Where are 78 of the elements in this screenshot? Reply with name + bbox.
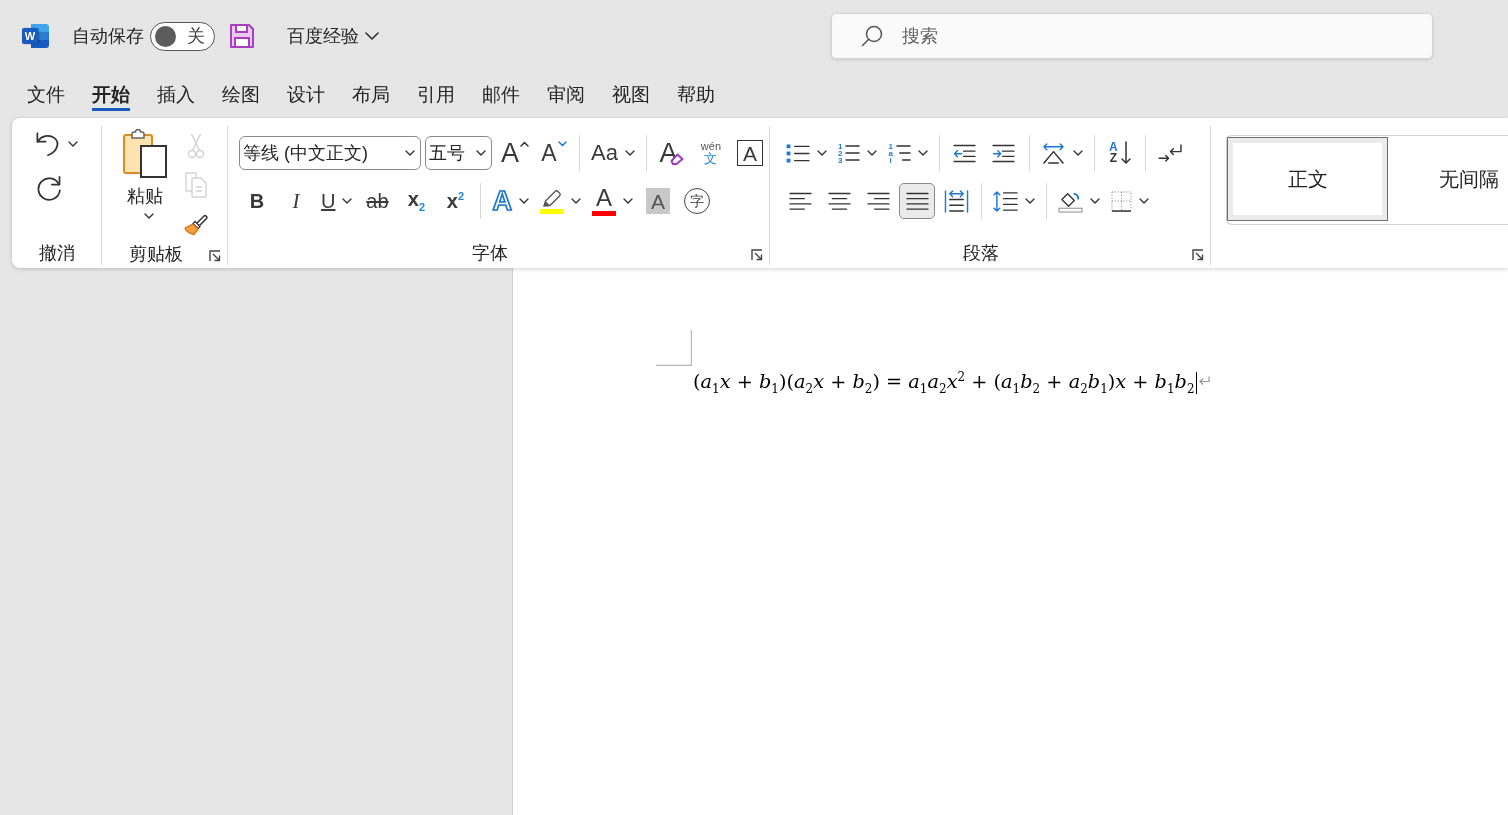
highlighter-icon [540,188,563,208]
app-logo: W [22,24,49,48]
redo-arrow-icon [35,174,63,202]
underline-button[interactable]: U [317,183,357,219]
chevron-down-icon [405,150,415,156]
equation: (a$_{1}$x + b$_{1}$)(a$_{2}$x + b$_{2}$) = a$_{1}$a$_{2}$x$^{2}$ + (a$_{1}$b$_{2}$ + a$_{2}$b$_{1}$)x + b$_{1}$b$_{2}$ [693,369,1195,397]
search-field[interactable]: 搜索 [831,13,1433,59]
group-label: 撤消 [37,242,76,265]
align-left-icon [788,191,812,211]
font-name-field[interactable]: 等线 (中文正文) [239,136,421,170]
list-lines-icon [845,144,861,162]
scissors-icon [187,133,205,159]
toggle-knob [155,25,176,47]
group-label: 剪贴板 [127,243,184,266]
distribute-icon [943,189,969,213]
paintbrush-icon [184,212,208,236]
indent-arrow-icon [992,143,1016,163]
numbering-button[interactable]: 1 2 3 [834,135,882,171]
ribbon-tab[interactable]: 开始 [92,83,130,111]
document-name-button[interactable]: 百度经验 [285,20,381,52]
font-color-button[interactable]: A [587,183,637,219]
caret-up-icon [520,141,529,147]
subscript-button[interactable]: x$_{2}$ [398,183,435,219]
merging-arrows-icon [1158,143,1184,163]
autosave-toggle[interactable]: 关 [150,21,215,51]
margin-corner-mark [656,330,692,366]
group-label: 段落 [962,242,1000,265]
ribbon-tab[interactable]: 帮助 [677,83,715,111]
superscript-button[interactable]: x$^{2}$ [437,183,474,219]
ribbon-tab[interactable]: 文件 [27,83,65,111]
style-tile[interactable]: 正文 [1227,137,1388,221]
grow-font-button[interactable]: A [497,135,533,171]
character-shading-button[interactable]: A [645,188,670,214]
align-right-icon [866,191,890,211]
dialog-launcher-icon[interactable] [1192,249,1204,261]
clipboard-icon [122,129,168,179]
group-label: 字体 [470,242,509,265]
justify-button[interactable] [899,183,935,219]
save-icon[interactable] [229,23,255,49]
list-lines-icon [895,144,911,162]
shrink-font-button[interactable]: A [536,135,572,171]
caret-down-icon [557,141,567,147]
phonetic-guide-button[interactable]: wén 文 [692,135,729,171]
paste-button[interactable]: 粘贴 [116,128,174,242]
down-arrow-icon [1120,141,1131,165]
dialog-launcher-icon[interactable] [209,250,221,262]
search-icon [861,25,883,47]
bulleted-list-icon [786,143,810,163]
bold-button[interactable]: B [239,183,275,219]
line-spacing-icon [993,189,1018,213]
italic-button[interactable]: I [278,183,314,219]
strikethrough-button[interactable]: ab [359,183,396,219]
ribbon-tab[interactable]: 插入 [157,83,195,111]
asian-layout-icon [1040,142,1066,164]
dialog-launcher-icon[interactable] [751,249,763,261]
character-border-button[interactable]: A [736,140,763,166]
ribbon-tab[interactable]: 引用 [417,83,455,111]
ribbon-tab[interactable]: 审阅 [547,83,585,111]
ribbon-tab[interactable]: 绘图 [222,83,260,111]
align-center-icon [827,191,851,211]
ribbon-tab[interactable]: 视图 [612,83,650,111]
borders-grid-icon [1111,190,1132,212]
chevron-down-icon [365,32,379,40]
multilevel-list-button[interactable]: 1 a i [884,135,932,171]
ribbon-tab[interactable]: 设计 [287,83,325,111]
sort-button[interactable]: A Z [1101,135,1138,171]
justify-icon [905,191,929,211]
autosave-label: 自动保存 [72,25,144,48]
text-effects-button[interactable]: A [488,183,533,219]
chevron-down-icon [476,150,486,156]
ribbon-tab[interactable]: 布局 [352,83,390,111]
outdent-arrow-icon [953,143,977,163]
undo-arrow-icon [35,131,61,157]
font-size-field[interactable]: 五号 [425,136,492,170]
ribbon-tab[interactable]: 邮件 [482,83,520,111]
change-case-button[interactable]: Aa [587,135,639,171]
style-tile[interactable]: 无间隔 [1388,137,1508,221]
copy-pages-icon [185,172,207,198]
